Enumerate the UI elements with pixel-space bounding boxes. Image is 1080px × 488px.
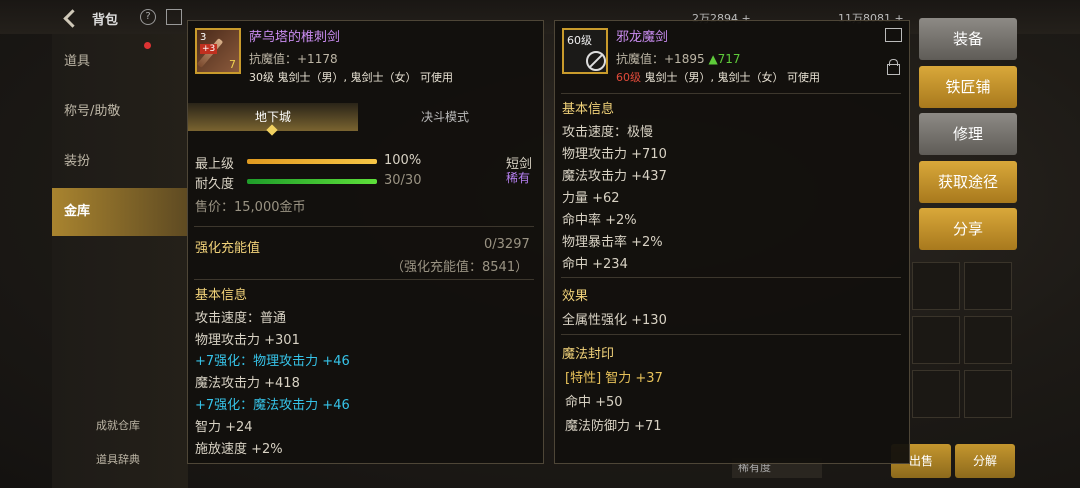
stat-line: 物理攻击力 +710: [562, 147, 667, 162]
divider: [561, 93, 901, 94]
inventory-slot[interactable]: [912, 370, 960, 418]
effect-line: 全属性强化 +130: [562, 313, 667, 328]
item-tooltip-current: 3 +3 7 萨乌塔的椎刺剑 抗魔值：+1178 30级 鬼剑士（男）, 鬼剑士…: [187, 20, 544, 464]
stat-line: 力量 +62: [562, 191, 620, 206]
inventory-slot[interactable]: [964, 262, 1012, 310]
enhance-count: 0/3297: [484, 237, 530, 252]
seal-title: 魔法封印: [562, 347, 615, 362]
notification-dot: [144, 42, 151, 49]
inventory-slot[interactable]: [912, 262, 960, 310]
basic-info-title: 基本信息: [195, 288, 248, 303]
share-icon[interactable]: [885, 28, 902, 42]
divider: [561, 334, 901, 335]
seal-line: [特性] 智力 +37: [565, 371, 663, 386]
back-arrow-icon[interactable]: [62, 9, 78, 25]
icon-level: 60级: [567, 34, 592, 47]
stat-line: 命中率 +2%: [562, 213, 637, 228]
item-tooltip-equipped: 60级 邪龙魔剑 抗魔值：+1895 ▲717 60级 鬼剑士（男）, 鬼剑士（…: [554, 20, 910, 464]
sidebar-item-items[interactable]: 道具: [52, 38, 188, 86]
enhance-total: （强化充能值：8541）: [391, 260, 529, 275]
sidebar-item-vault[interactable]: 金库: [52, 188, 188, 236]
basic-info-title: 基本信息: [562, 102, 615, 117]
achievement-storage-link[interactable]: 成就仓库: [96, 417, 140, 433]
info-icon[interactable]: [166, 9, 182, 25]
grade-label: 最上级: [195, 157, 235, 172]
durability-value: 30/30: [384, 173, 422, 188]
help-icon[interactable]: ?: [140, 9, 156, 25]
item-requirement: 30级 鬼剑士（男）, 鬼剑士（女） 可使用: [249, 71, 453, 84]
item-price: 售价：15,000金币: [195, 200, 306, 215]
decompose-button[interactable]: 分解: [955, 444, 1015, 478]
item-requirement: 60级 鬼剑士（男）, 鬼剑士（女） 可使用: [616, 71, 820, 84]
item-resistance: 抗魔值：+1895 ▲717: [616, 52, 741, 66]
tab-duel[interactable]: 决斗模式: [360, 103, 530, 131]
icon-enhance: 7: [229, 58, 236, 71]
grade-bar: [247, 159, 377, 164]
inventory-slot[interactable]: [964, 316, 1012, 364]
icon-badge: +3: [200, 44, 218, 54]
stat-line: 魔法攻击力 +437: [562, 169, 667, 184]
seal-line: 命中 +50: [565, 395, 623, 410]
item-icon: 3 +3 7: [195, 28, 241, 74]
equip-button[interactable]: 装备: [919, 18, 1017, 60]
grade-bar-fill: [247, 159, 377, 164]
stat-line: 施放速度 +2%: [195, 442, 283, 457]
item-dictionary-link[interactable]: 道具辞典: [96, 451, 140, 467]
divider: [194, 226, 534, 227]
stat-line: 智力 +24: [195, 420, 253, 435]
durability-bar: [247, 179, 377, 184]
seal-line: 魔法防御力 +71: [565, 419, 662, 434]
inventory-slot[interactable]: [964, 370, 1012, 418]
blacksmith-button[interactable]: 铁匠铺: [919, 66, 1017, 108]
stat-line: 物理暴击率 +2%: [562, 235, 663, 250]
item-name: 萨乌塔的椎刺剑: [249, 30, 341, 45]
inventory-slot[interactable]: [912, 316, 960, 364]
unusable-icon: [586, 51, 606, 71]
stat-line: 攻击速度：普通: [195, 311, 287, 326]
item-icon: 60级: [562, 28, 608, 74]
item-resistance: 抗魔值：+1178: [249, 52, 338, 66]
lock-icon[interactable]: [887, 59, 900, 75]
stat-line: +7强化：物理攻击力 +46: [195, 354, 350, 369]
icon-level: 3: [200, 32, 207, 43]
repair-button[interactable]: 修理: [919, 113, 1017, 155]
durability-bar-fill: [247, 179, 377, 184]
sidebar-item-titles[interactable]: 称号/助敬: [52, 88, 188, 136]
mode-tabs: 地下城 决斗模式: [188, 103, 543, 136]
grade-value: 100%: [384, 153, 422, 168]
stat-line: 攻击速度：极慢: [562, 125, 654, 140]
effect-title: 效果: [562, 289, 589, 304]
divider: [561, 277, 901, 278]
stat-line: 物理攻击力 +301: [195, 333, 300, 348]
stat-line: 魔法攻击力 +418: [195, 376, 300, 391]
durability-label: 耐久度: [195, 177, 235, 192]
enhance-title: 强化充能值: [195, 241, 261, 256]
stat-line: +7强化：魔法攻击力 +46: [195, 398, 350, 413]
rarity: 稀有: [506, 171, 531, 185]
stat-line: 命中 +234: [562, 257, 628, 272]
acquire-route-button[interactable]: 获取途径: [919, 161, 1017, 203]
divider: [194, 279, 534, 280]
share-button[interactable]: 分享: [919, 208, 1017, 250]
page-title: 背包: [92, 13, 119, 28]
sidebar-item-avatar[interactable]: 装扮: [52, 138, 188, 186]
item-name: 邪龙魔剑: [616, 30, 669, 45]
